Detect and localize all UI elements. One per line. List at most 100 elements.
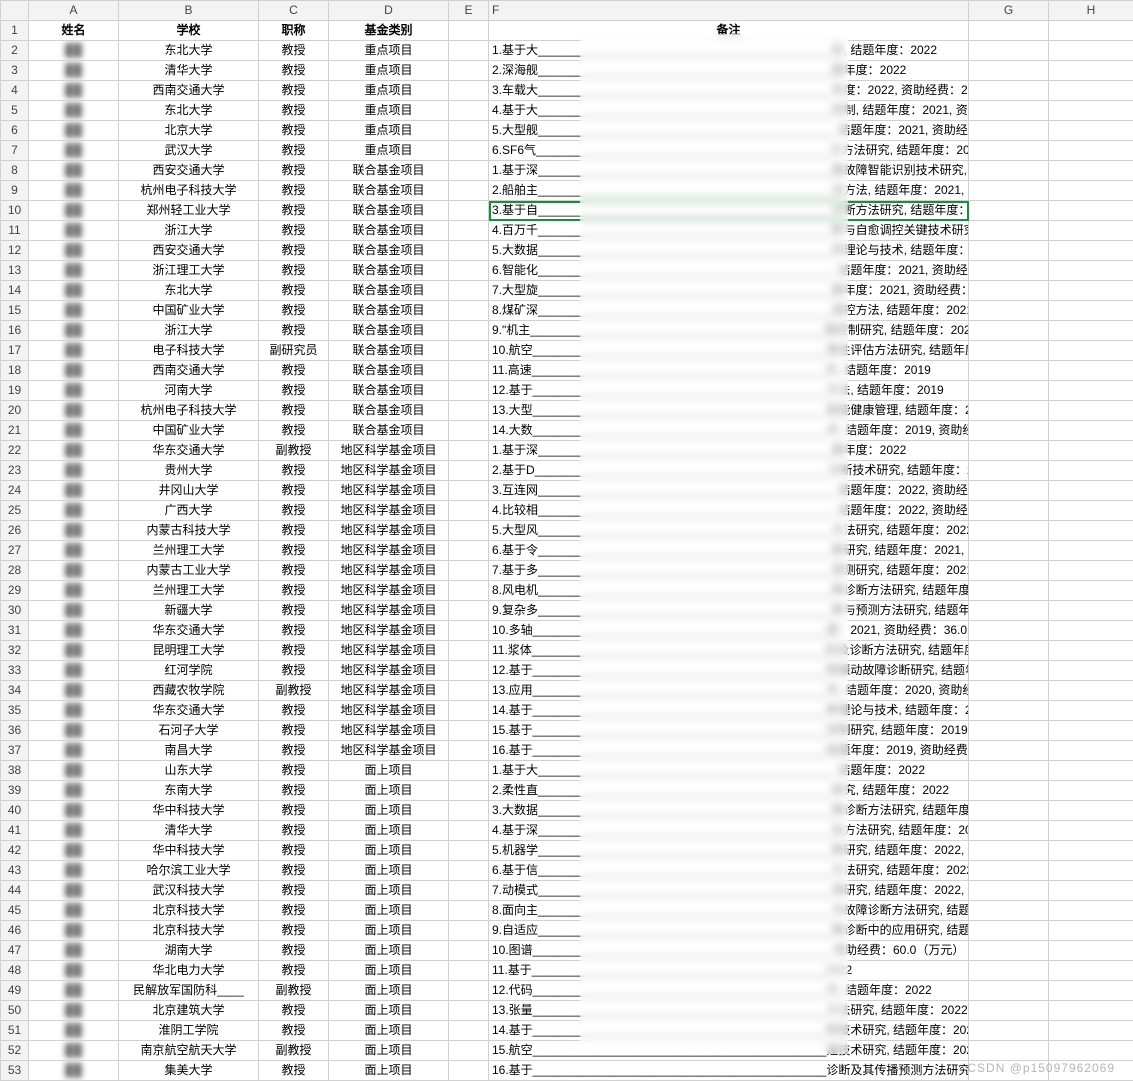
cell-e[interactable]: [449, 561, 489, 581]
cell-name[interactable]: ██: [29, 621, 119, 641]
cell-fund[interactable]: 重点项目: [329, 121, 449, 141]
cell-g[interactable]: [969, 721, 1049, 741]
cell-e[interactable]: [449, 601, 489, 621]
cell-school[interactable]: 清华大学: [119, 821, 259, 841]
cell-school[interactable]: 集美大学: [119, 1061, 259, 1081]
cell-title[interactable]: 教授: [259, 881, 329, 901]
row-header[interactable]: 35: [1, 701, 29, 721]
cell-g[interactable]: [969, 601, 1049, 621]
col-header-B[interactable]: B: [119, 1, 259, 21]
cell-e[interactable]: [449, 341, 489, 361]
cell-e[interactable]: [449, 161, 489, 181]
cell-title[interactable]: 教授: [259, 361, 329, 381]
cell-e[interactable]: [449, 321, 489, 341]
cell-note[interactable]: 6.基于信___________________________________…: [489, 861, 969, 881]
cell-note[interactable]: 13.应用___________________________________…: [489, 681, 969, 701]
cell-e[interactable]: [449, 441, 489, 461]
cell-note[interactable]: 6.智能化___________________________________…: [489, 261, 969, 281]
cell-title[interactable]: 副教授: [259, 981, 329, 1001]
row-header[interactable]: 24: [1, 481, 29, 501]
cell-e[interactable]: [449, 821, 489, 841]
cell-h[interactable]: [1049, 601, 1133, 621]
cell-e[interactable]: [449, 801, 489, 821]
cell-h[interactable]: [1049, 421, 1133, 441]
cell-school[interactable]: 华中科技大学: [119, 801, 259, 821]
cell-g[interactable]: [969, 1021, 1049, 1041]
cell-title[interactable]: 教授: [259, 541, 329, 561]
cell-note[interactable]: 16.基于___________________________________…: [489, 1061, 969, 1081]
cell-name[interactable]: ██: [29, 61, 119, 81]
cell-school[interactable]: 杭州电子科技大学: [119, 401, 259, 421]
cell-school[interactable]: 石河子大学: [119, 721, 259, 741]
cell-title[interactable]: 教授: [259, 101, 329, 121]
row-header[interactable]: 22: [1, 441, 29, 461]
cell-school[interactable]: 华北电力大学: [119, 961, 259, 981]
cell-title[interactable]: 教授: [259, 1021, 329, 1041]
cell-note[interactable]: 15.航空___________________________________…: [489, 1041, 969, 1061]
cell-school[interactable]: 山东大学: [119, 761, 259, 781]
cell-g[interactable]: [969, 481, 1049, 501]
row-header[interactable]: 19: [1, 381, 29, 401]
cell-fund[interactable]: 地区科学基金项目: [329, 661, 449, 681]
cell-e[interactable]: [449, 981, 489, 1001]
cell-school[interactable]: 西藏农牧学院: [119, 681, 259, 701]
cell-e[interactable]: [449, 1021, 489, 1041]
cell-h[interactable]: [1049, 401, 1133, 421]
cell-fund[interactable]: 联合基金项目: [329, 221, 449, 241]
cell-g[interactable]: [969, 761, 1049, 781]
col-header-D[interactable]: D: [329, 1, 449, 21]
cell-name[interactable]: ██: [29, 141, 119, 161]
cell-e[interactable]: [449, 281, 489, 301]
cell-fund[interactable]: 面上项目: [329, 961, 449, 981]
row-header[interactable]: 16: [1, 321, 29, 341]
cell-note[interactable]: 13.大型___________________________________…: [489, 401, 969, 421]
cell-fund[interactable]: 联合基金项目: [329, 421, 449, 441]
cell-e[interactable]: [449, 221, 489, 241]
cell-fund[interactable]: 地区科学基金项目: [329, 441, 449, 461]
cell-school[interactable]: 贵州大学: [119, 461, 259, 481]
row-header[interactable]: 15: [1, 301, 29, 321]
cell-g[interactable]: [969, 621, 1049, 641]
cell-e[interactable]: [449, 301, 489, 321]
cell-h[interactable]: [1049, 81, 1133, 101]
cell-title[interactable]: 教授: [259, 261, 329, 281]
cell-fund[interactable]: 重点项目: [329, 41, 449, 61]
cell-name[interactable]: ██: [29, 1041, 119, 1061]
cell-fund[interactable]: 面上项目: [329, 901, 449, 921]
cell-note[interactable]: 12.基于___________________________________…: [489, 381, 969, 401]
cell-h[interactable]: [1049, 661, 1133, 681]
cell-h[interactable]: [1049, 561, 1133, 581]
row-header[interactable]: 25: [1, 501, 29, 521]
cell-title[interactable]: 教授: [259, 81, 329, 101]
cell-note[interactable]: 5.大型风___________________________________…: [489, 521, 969, 541]
cell-fund[interactable]: 重点项目: [329, 81, 449, 101]
cell-name[interactable]: ██: [29, 461, 119, 481]
cell-note[interactable]: 14.基于___________________________________…: [489, 701, 969, 721]
cell-e[interactable]: [449, 861, 489, 881]
cell-e[interactable]: [449, 81, 489, 101]
cell-fund[interactable]: 面上项目: [329, 1001, 449, 1021]
cell-title[interactable]: 教授: [259, 781, 329, 801]
cell-fund[interactable]: 面上项目: [329, 1041, 449, 1061]
cell-name[interactable]: ██: [29, 601, 119, 621]
col-header-F[interactable]: F: [489, 1, 969, 21]
cell-fund[interactable]: 地区科学基金项目: [329, 541, 449, 561]
cell-e[interactable]: [449, 681, 489, 701]
cell-school[interactable]: 淮阴工学院: [119, 1021, 259, 1041]
cell-school[interactable]: 浙江大学: [119, 321, 259, 341]
cell-h[interactable]: [1049, 441, 1133, 461]
cell-title[interactable]: 副教授: [259, 681, 329, 701]
cell-e[interactable]: [449, 721, 489, 741]
cell-name[interactable]: ██: [29, 261, 119, 281]
cell-h[interactable]: [1049, 821, 1133, 841]
cell-h[interactable]: [1049, 521, 1133, 541]
cell-name[interactable]: ██: [29, 661, 119, 681]
cell-name[interactable]: ██: [29, 841, 119, 861]
row-header[interactable]: 32: [1, 641, 29, 661]
cell-name[interactable]: ██: [29, 81, 119, 101]
row-header[interactable]: 14: [1, 281, 29, 301]
cell-school[interactable]: 东北大学: [119, 281, 259, 301]
cell-fund[interactable]: 面上项目: [329, 1021, 449, 1041]
cell-name[interactable]: ██: [29, 761, 119, 781]
cell-name[interactable]: ██: [29, 881, 119, 901]
